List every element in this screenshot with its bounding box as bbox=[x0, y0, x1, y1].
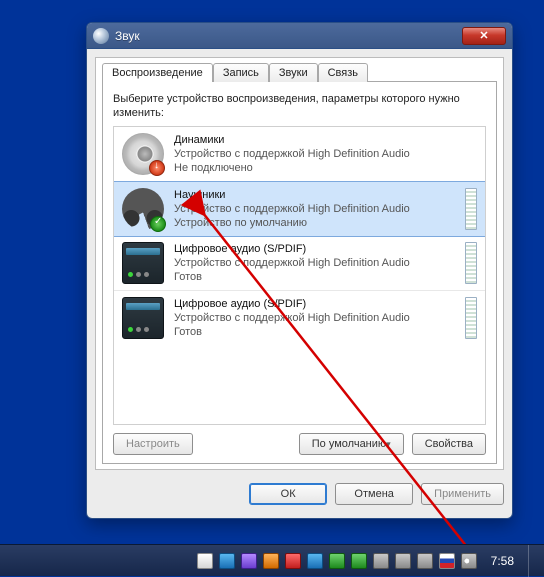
device-name: Динамики bbox=[174, 133, 477, 147]
headphones-icon bbox=[122, 188, 164, 230]
client-area: Воспроизведение Запись Звуки Связь Выбер… bbox=[95, 57, 504, 470]
device-speakers[interactable]: Динамики Устройство с поддержкой High De… bbox=[114, 127, 485, 182]
device-status: Не подключено bbox=[174, 161, 477, 175]
sound-icon bbox=[93, 28, 109, 44]
vu-meter bbox=[465, 242, 477, 284]
dialog-bottom: ОК Отмена Применить bbox=[95, 478, 504, 510]
configure-button[interactable]: Настроить bbox=[113, 433, 193, 455]
apply-button[interactable]: Применить bbox=[421, 483, 504, 505]
device-list[interactable]: Динамики Устройство с поддержкой High De… bbox=[113, 126, 486, 425]
sound-window: Звук ✕ Воспроизведение Запись Звуки Связ… bbox=[86, 22, 513, 519]
device-name: Наушники bbox=[174, 188, 455, 202]
device-spdif-2[interactable]: Цифровое аудио (S/PDIF) Устройство с под… bbox=[114, 291, 485, 345]
device-desc: Устройство с поддержкой High Definition … bbox=[174, 256, 455, 270]
taskbar-clock[interactable]: 7:58 bbox=[481, 554, 520, 568]
spdif-icon bbox=[122, 242, 164, 284]
ok-button[interactable]: ОК bbox=[249, 483, 327, 505]
tray-app-icon[interactable] bbox=[329, 553, 345, 569]
device-status: Готов bbox=[174, 325, 455, 339]
device-headphones[interactable]: Наушники Устройство с поддержкой High De… bbox=[113, 181, 486, 237]
playback-panel: Выберите устройство воспроизведения, пар… bbox=[102, 81, 497, 464]
device-status: Готов bbox=[174, 270, 455, 284]
tray-app-icon[interactable] bbox=[241, 553, 257, 569]
set-default-button[interactable]: По умолчанию bbox=[299, 433, 404, 455]
tab-recording[interactable]: Запись bbox=[213, 63, 269, 82]
device-desc: Устройство с поддержкой High Definition … bbox=[174, 147, 477, 161]
tray bbox=[197, 553, 477, 569]
titlebar[interactable]: Звук ✕ bbox=[87, 23, 512, 49]
vu-meter bbox=[465, 297, 477, 339]
device-name: Цифровое аудио (S/PDIF) bbox=[174, 242, 455, 256]
device-name: Цифровое аудио (S/PDIF) bbox=[174, 297, 455, 311]
tray-app-icon[interactable] bbox=[307, 553, 323, 569]
device-desc: Устройство с поддержкой High Definition … bbox=[174, 202, 455, 216]
tray-telegram-icon[interactable] bbox=[219, 553, 235, 569]
tray-app-icon[interactable] bbox=[263, 553, 279, 569]
taskbar[interactable]: 7:58 bbox=[0, 544, 544, 576]
device-text: Динамики Устройство с поддержкой High De… bbox=[174, 133, 477, 175]
window-title: Звук bbox=[115, 29, 462, 43]
device-status: Устройство по умолчанию bbox=[174, 216, 455, 230]
instruction-text: Выберите устройство воспроизведения, пар… bbox=[113, 92, 486, 120]
show-desktop-button[interactable] bbox=[528, 545, 538, 577]
tray-app-icon[interactable] bbox=[285, 553, 301, 569]
tray-action-center-icon[interactable] bbox=[395, 553, 411, 569]
speaker-icon bbox=[122, 133, 164, 175]
tray-app-icon[interactable] bbox=[351, 553, 367, 569]
tray-network-icon[interactable] bbox=[417, 553, 433, 569]
device-spdif-1[interactable]: Цифровое аудио (S/PDIF) Устройство с под… bbox=[114, 236, 485, 291]
device-text: Цифровое аудио (S/PDIF) Устройство с под… bbox=[174, 297, 455, 339]
cancel-button[interactable]: Отмена bbox=[335, 483, 413, 505]
tray-chevron-up-icon[interactable] bbox=[197, 553, 213, 569]
device-text: Цифровое аудио (S/PDIF) Устройство с под… bbox=[174, 242, 455, 284]
tray-language-icon[interactable] bbox=[439, 553, 455, 569]
device-text: Наушники Устройство с поддержкой High De… bbox=[174, 188, 455, 230]
tabs: Воспроизведение Запись Звуки Связь bbox=[96, 58, 503, 81]
properties-button[interactable]: Свойства bbox=[412, 433, 486, 455]
vu-meter bbox=[465, 188, 477, 230]
status-badge-default-icon bbox=[150, 216, 166, 232]
spdif-icon bbox=[122, 297, 164, 339]
tab-playback[interactable]: Воспроизведение bbox=[102, 63, 213, 82]
tray-volume-icon[interactable] bbox=[461, 553, 477, 569]
tray-app-icon[interactable] bbox=[373, 553, 389, 569]
tab-comm[interactable]: Связь bbox=[318, 63, 368, 82]
device-desc: Устройство с поддержкой High Definition … bbox=[174, 311, 455, 325]
panel-bottom: Настроить По умолчанию Свойства bbox=[113, 433, 486, 455]
close-button[interactable]: ✕ bbox=[462, 27, 506, 45]
tab-sounds[interactable]: Звуки bbox=[269, 63, 318, 82]
status-badge-disconnected-icon bbox=[149, 160, 165, 176]
